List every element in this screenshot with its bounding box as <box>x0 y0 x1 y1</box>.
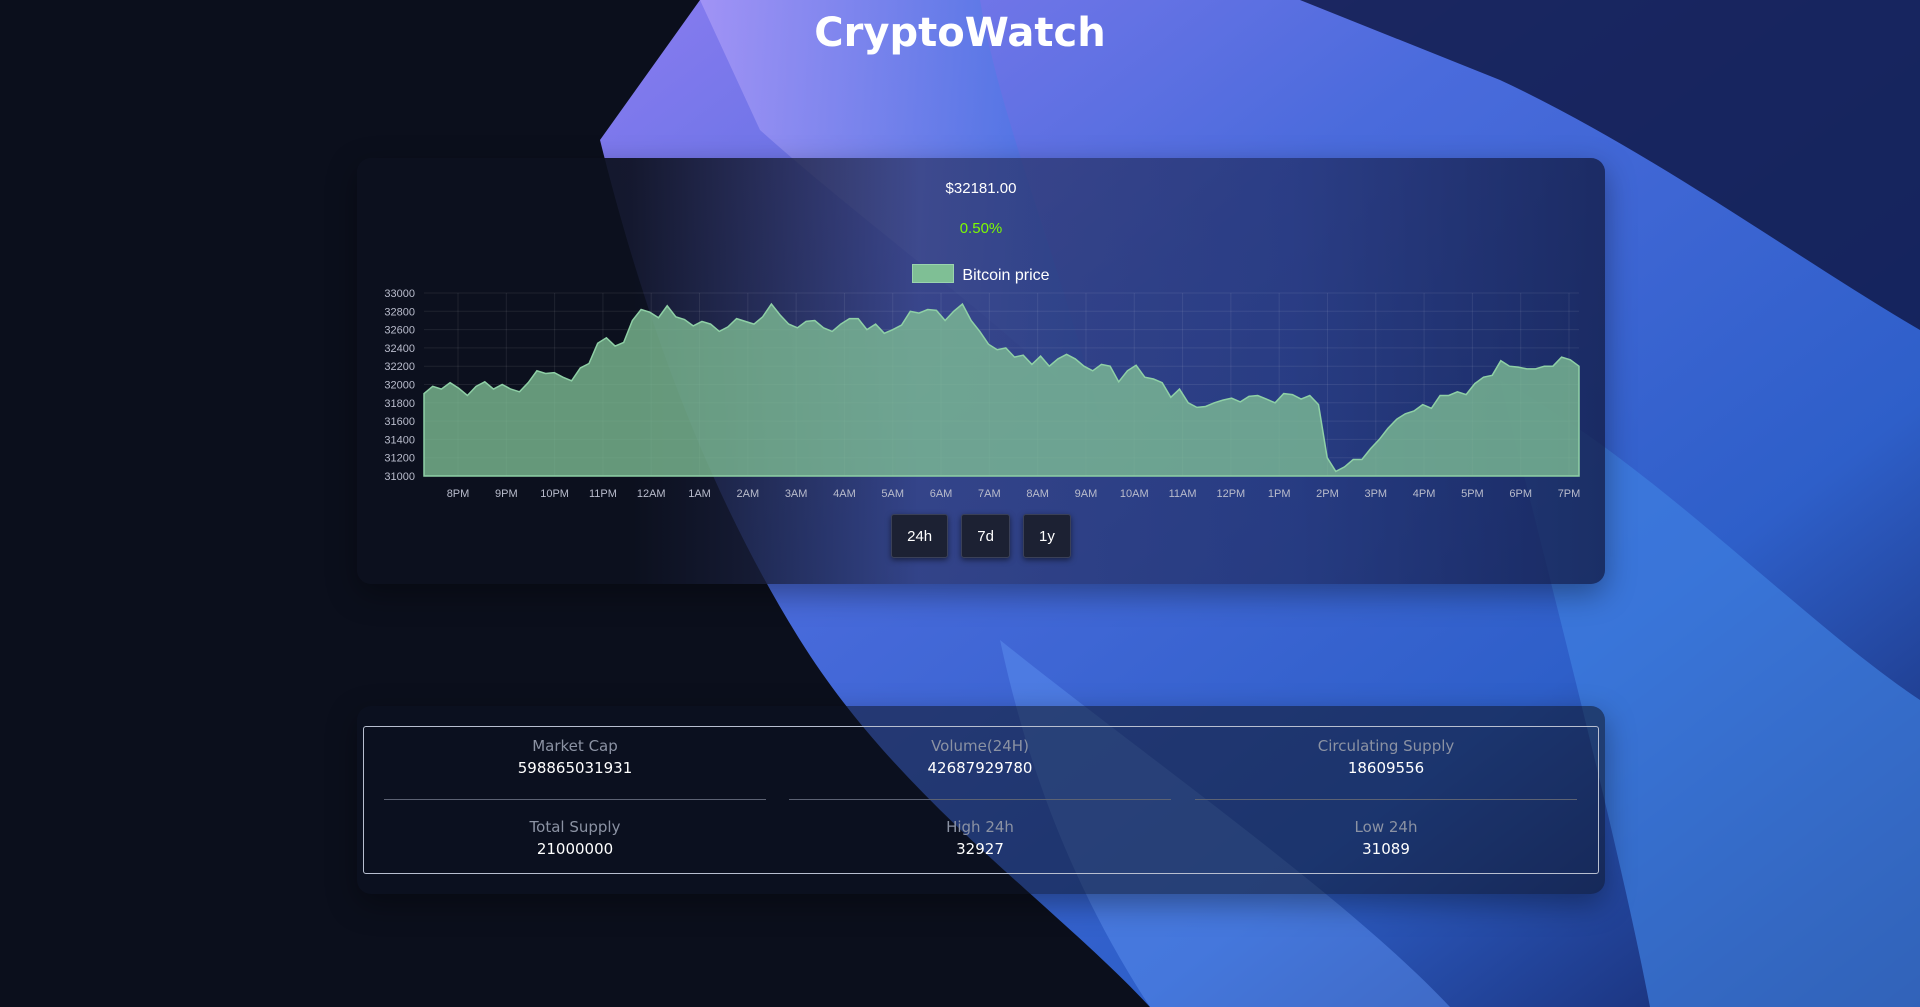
stat-label: Volume(24H) <box>931 737 1029 755</box>
y-tick-label: 32600 <box>384 325 415 337</box>
x-tick-label: 11PM <box>589 488 617 500</box>
x-tick-label: 12PM <box>1216 488 1245 500</box>
stat-label: Low 24h <box>1354 818 1418 836</box>
stat-circulating-supply: Circulating Supply 18609556 <box>1195 737 1577 777</box>
divider <box>1195 799 1577 800</box>
y-tick-label: 31200 <box>384 453 415 465</box>
range-24h-button[interactable]: 24h <box>891 514 949 558</box>
x-tick-label: 1PM <box>1268 488 1291 500</box>
stat-volume: Volume(24H) 42687929780 <box>789 737 1171 777</box>
y-tick-label: 31800 <box>384 398 415 410</box>
range-1y-button[interactable]: 1y <box>1023 514 1071 558</box>
x-tick-label: 4AM <box>833 488 856 500</box>
y-tick-label: 32200 <box>384 361 415 373</box>
stat-label: Total Supply <box>529 818 621 836</box>
x-tick-label: 11AM <box>1169 488 1197 500</box>
stat-label: High 24h <box>946 818 1014 836</box>
x-tick-label: 7PM <box>1558 488 1581 500</box>
chart-card: $32181.00 0.50% Bitcoin price 33000 32800… <box>357 158 1605 584</box>
x-tick-label: 8PM <box>447 488 470 500</box>
divider <box>789 799 1171 800</box>
x-tick-label: 6PM <box>1509 488 1532 500</box>
stat-value: 598865031931 <box>517 759 633 777</box>
y-tick-label: 32000 <box>384 380 415 392</box>
y-tick-label: 31400 <box>384 434 415 446</box>
y-tick-label: 31000 <box>384 471 415 483</box>
app-title: CryptoWatch <box>814 10 1106 56</box>
x-tick-label: 9PM <box>495 488 518 500</box>
range-selector: 24h 7d 1y <box>357 514 1605 558</box>
y-tick-label: 32800 <box>384 306 415 318</box>
stat-value: 32927 <box>956 840 1004 858</box>
x-tick-label: 2PM <box>1316 488 1339 500</box>
stat-value: 18609556 <box>1347 759 1425 777</box>
stat-value: 42687929780 <box>927 759 1033 777</box>
x-tick-label: 1AM <box>688 488 711 500</box>
stats-table: Market Cap 598865031931 Volume(24H) 4268… <box>363 726 1599 874</box>
stat-total-supply: Total Supply 21000000 <box>384 818 766 858</box>
y-tick-label: 33000 <box>384 288 415 300</box>
x-tick-label: 10AM <box>1120 488 1149 500</box>
x-tick-label: 9AM <box>1075 488 1098 500</box>
x-tick-label: 2AM <box>737 488 760 500</box>
stat-high-24h: High 24h 32927 <box>789 818 1171 858</box>
x-tick-label: 4PM <box>1413 488 1436 500</box>
stat-value: 21000000 <box>536 840 614 858</box>
x-tick-label: 5PM <box>1461 488 1484 500</box>
divider <box>384 799 766 800</box>
stat-market-cap: Market Cap 598865031931 <box>384 737 766 777</box>
y-tick-label: 32400 <box>384 343 415 355</box>
y-tick-label: 31600 <box>384 416 415 428</box>
stat-label: Market Cap <box>532 737 618 755</box>
x-tick-label: 6AM <box>930 488 953 500</box>
x-tick-label: 3PM <box>1364 488 1387 500</box>
x-tick-label: 10PM <box>540 488 569 500</box>
stat-label: Circulating Supply <box>1317 737 1455 755</box>
range-7d-button[interactable]: 7d <box>961 514 1010 558</box>
x-tick-label: 7AM <box>978 488 1001 500</box>
stats-card: Market Cap 598865031931 Volume(24H) 4268… <box>357 706 1605 894</box>
x-tick-label: 8AM <box>1026 488 1049 500</box>
x-tick-label: 5AM <box>881 488 904 500</box>
stat-value: 31089 <box>1362 840 1410 858</box>
x-tick-label: 3AM <box>785 488 808 500</box>
x-tick-label: 12AM <box>637 488 666 500</box>
stat-low-24h: Low 24h 31089 <box>1195 818 1577 858</box>
